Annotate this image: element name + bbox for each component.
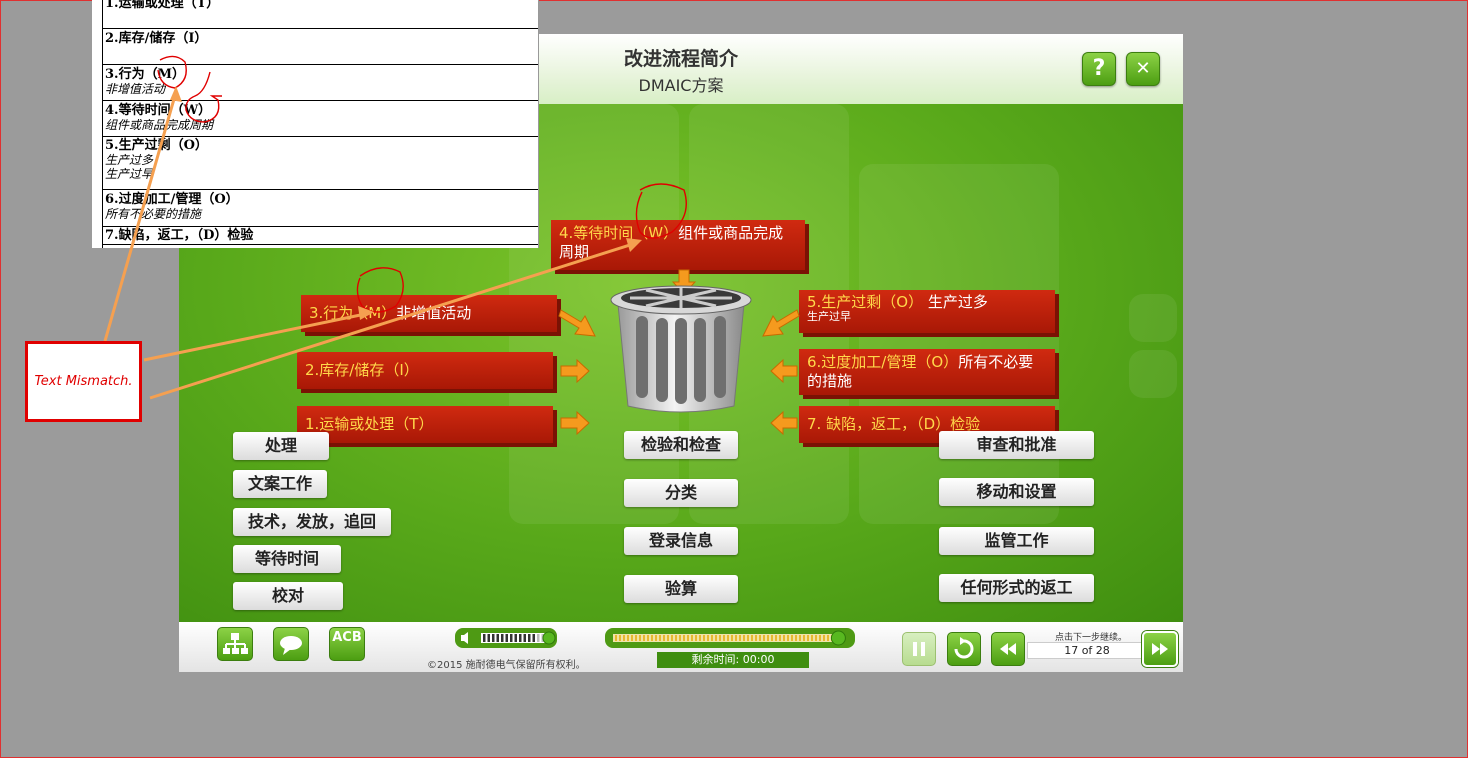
annotation-callout: Text Mismatch.: [25, 341, 142, 422]
annotation-circle: [635, 183, 687, 239]
annotation-circle: [356, 267, 404, 313]
arrowhead: [170, 86, 182, 102]
annotation-overlay: [103, 55, 687, 400]
arrowhead: [626, 238, 642, 252]
annotation-circle: [185, 71, 222, 123]
annotation-arrow: [149, 241, 637, 400]
annotation-arrow: [103, 91, 178, 342]
annotation-arrow: [143, 311, 371, 362]
annotation-circle: [157, 55, 187, 89]
